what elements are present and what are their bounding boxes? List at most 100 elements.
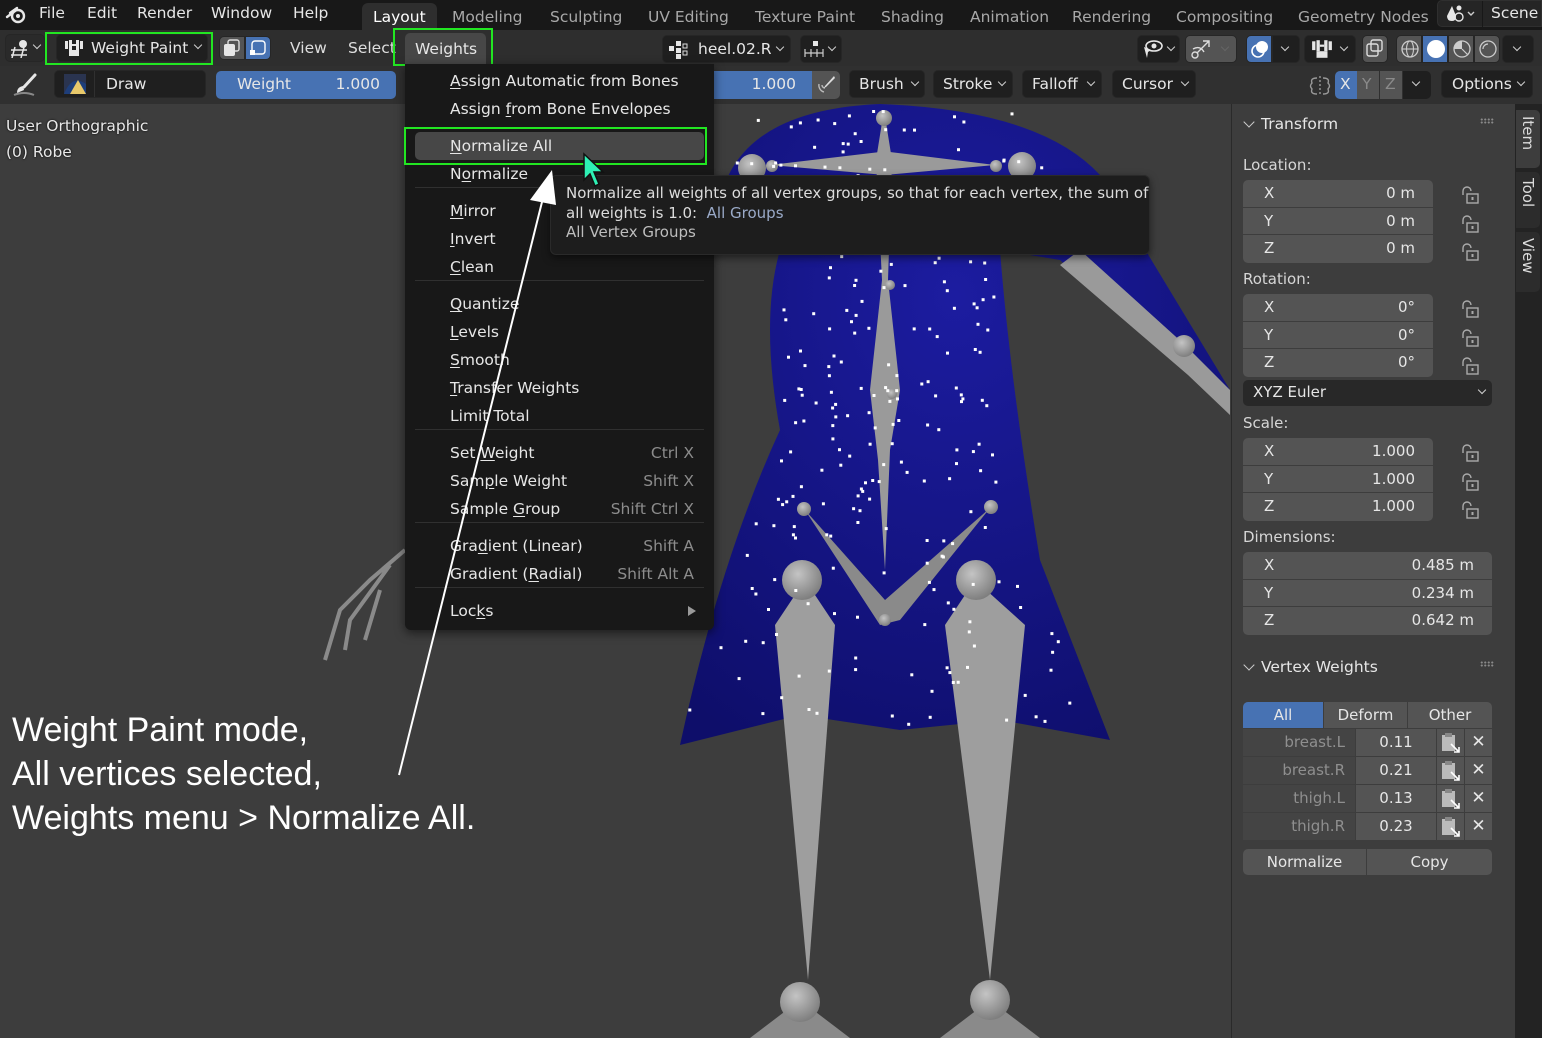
menu-item-quantize[interactable]: Quantize	[415, 290, 704, 318]
menu-item-clean[interactable]: Clean	[415, 253, 704, 281]
brush-menu[interactable]: Brush	[849, 70, 925, 98]
dim-field-x[interactable]: X 0.485 m	[1243, 552, 1492, 580]
dim-field-z[interactable]: Z 0.642 m	[1243, 607, 1492, 635]
weights-menu[interactable]: Weights	[405, 33, 486, 66]
menu-item-gradient-radial[interactable]: Gradient (Radial) Shift Alt A	[415, 560, 704, 588]
workspace-tab-rendering[interactable]: Rendering	[1061, 3, 1162, 30]
menu-help[interactable]: Help	[293, 4, 328, 22]
strength-pressure-toggle[interactable]	[812, 71, 840, 99]
remove-weight-button[interactable]: ✕	[1465, 785, 1492, 812]
remove-weight-button[interactable]: ✕	[1465, 757, 1492, 784]
blender-logo-icon[interactable]	[5, 4, 27, 26]
sidebar-tab-item[interactable]: Item	[1516, 110, 1540, 168]
normalize-button[interactable]: Normalize	[1243, 849, 1366, 875]
active-bone-selector[interactable]: heel.02.R	[662, 35, 791, 63]
unlocked-padlock-icon[interactable]	[1460, 444, 1480, 462]
symmetry-z-toggle[interactable]: Z	[1380, 71, 1402, 99]
panel-grip-icon[interactable]	[1480, 661, 1494, 667]
menu-item-locks[interactable]: Locks	[415, 597, 704, 625]
weight-slider[interactable]: Weight 1.000	[216, 71, 396, 99]
vertex-group-weight-field[interactable]: 0.11	[1356, 729, 1436, 756]
workspace-tab-modeling[interactable]: Modeling	[441, 3, 534, 30]
vertex-group-weight-field[interactable]: 0.23	[1356, 813, 1436, 840]
selectability-visibility-menu[interactable]	[1137, 35, 1180, 63]
paste-weight-button[interactable]	[1437, 729, 1464, 756]
vertex-group-name[interactable]: thigh.L	[1243, 785, 1355, 812]
menu-item-smooth[interactable]: Smooth	[415, 346, 704, 374]
xray-shading-toggle[interactable]	[1362, 35, 1388, 63]
menu-item-transfer-weights[interactable]: Transfer Weights	[415, 374, 704, 402]
symmetry-dropdown[interactable]	[1403, 71, 1431, 99]
menu-item-limit-total[interactable]: Limit Total	[415, 402, 704, 430]
brush-selector[interactable]: Draw	[54, 70, 206, 98]
vertex-group-weight-field[interactable]: 0.21	[1356, 757, 1436, 784]
brush-preview[interactable]	[55, 71, 95, 97]
workspace-tab-animation[interactable]: Animation	[959, 3, 1060, 30]
shading-material-preview[interactable]	[1448, 35, 1474, 63]
menu-window[interactable]: Window	[211, 4, 272, 22]
menu-edit[interactable]: Edit	[87, 4, 117, 22]
paste-weight-button[interactable]	[1437, 785, 1464, 812]
overlays-toggle[interactable]	[1246, 35, 1272, 63]
unlocked-padlock-icon[interactable]	[1460, 357, 1480, 375]
xray-toggle[interactable]	[219, 36, 245, 60]
loc-field-z[interactable]: Z 0 m	[1243, 235, 1433, 263]
workspace-tab-geometry-nodes[interactable]: Geometry Nodes	[1287, 3, 1440, 30]
vertex-group-weight-field[interactable]: 0.13	[1356, 785, 1436, 812]
menu-item-sample-group[interactable]: Sample Group Shift Ctrl X	[415, 495, 704, 523]
unlocked-padlock-icon[interactable]	[1460, 186, 1480, 204]
filter-deform[interactable]: Deform	[1324, 702, 1408, 728]
paste-weight-button[interactable]	[1437, 813, 1464, 840]
scl-field-z[interactable]: Z 1.000	[1243, 493, 1433, 521]
menu-item-set-weight[interactable]: Set Weight Ctrl X	[415, 439, 704, 467]
rot-field-z[interactable]: Z 0°	[1243, 349, 1433, 377]
loc-field-y[interactable]: Y 0 m	[1243, 208, 1433, 235]
unlocked-padlock-icon[interactable]	[1460, 214, 1480, 233]
menu-item-gradient-linear[interactable]: Gradient (Linear) Shift A	[415, 532, 704, 560]
shading-options-dropdown[interactable]	[1502, 35, 1534, 63]
scl-field-y[interactable]: Y 1.000	[1243, 466, 1433, 493]
vertex-selection-mask-toggle[interactable]	[245, 36, 271, 60]
editor-type-selector[interactable]	[5, 34, 45, 62]
filter-other[interactable]: Other	[1408, 702, 1492, 728]
rotation-mode-dropdown[interactable]: XYZ Euler	[1243, 380, 1492, 406]
menu-file[interactable]: File	[39, 4, 65, 22]
sidebar-tab-view[interactable]: View	[1516, 232, 1540, 292]
scl-field-x[interactable]: X 1.000	[1243, 438, 1433, 466]
workspace-tab-shading[interactable]: Shading	[870, 3, 955, 30]
menu-item-sample-weight[interactable]: Sample Weight Shift X	[415, 467, 704, 495]
workspace-tab-layout[interactable]: Layout	[362, 3, 437, 30]
menu-item-normalize-all[interactable]: Normalize All	[415, 132, 704, 160]
remove-weight-button[interactable]: ✕	[1465, 729, 1492, 756]
unlocked-padlock-icon[interactable]	[1460, 243, 1480, 261]
weight-display-options[interactable]	[800, 35, 842, 63]
paste-weight-button[interactable]	[1437, 757, 1464, 784]
strength-slider[interactable]: 1.000	[700, 71, 812, 99]
unlocked-padlock-icon[interactable]	[1460, 300, 1480, 318]
falloff-menu[interactable]: Falloff	[1022, 70, 1102, 98]
loc-field-x[interactable]: X 0 m	[1243, 180, 1433, 208]
rot-field-x[interactable]: X 0°	[1243, 294, 1433, 322]
unlocked-padlock-icon[interactable]	[1460, 472, 1480, 491]
vertex-group-name[interactable]: thigh.R	[1243, 813, 1355, 840]
menu-item-assign-automatic-from-bones[interactable]: Assign Automatic from Bones	[415, 67, 704, 95]
dim-field-y[interactable]: Y 0.234 m	[1243, 580, 1492, 607]
shading-rendered[interactable]	[1474, 35, 1500, 63]
workspace-tab-uv-editing[interactable]: UV Editing	[637, 3, 740, 30]
workspace-tab-texture-paint[interactable]: Texture Paint	[744, 3, 866, 30]
shading-solid[interactable]	[1422, 35, 1448, 63]
menu-render[interactable]: Render	[137, 4, 192, 22]
menu-item-levels[interactable]: Levels	[415, 318, 704, 346]
workspace-tab-sculpting[interactable]: Sculpting	[539, 3, 633, 30]
copy-button[interactable]: Copy	[1367, 849, 1492, 875]
shading-wireframe[interactable]	[1396, 35, 1422, 63]
filter-all[interactable]: All	[1243, 702, 1324, 728]
vertex-group-name[interactable]: breast.R	[1243, 757, 1355, 784]
rot-field-y[interactable]: Y 0°	[1243, 322, 1433, 349]
cursor-menu[interactable]: Cursor	[1112, 70, 1196, 98]
unlocked-padlock-icon[interactable]	[1460, 501, 1480, 519]
stroke-menu[interactable]: Stroke	[933, 70, 1013, 98]
symmetry-x-toggle[interactable]: X	[1335, 71, 1357, 99]
gizmo-toggle[interactable]	[1185, 35, 1237, 63]
symmetry-y-toggle[interactable]: Y	[1357, 71, 1379, 99]
